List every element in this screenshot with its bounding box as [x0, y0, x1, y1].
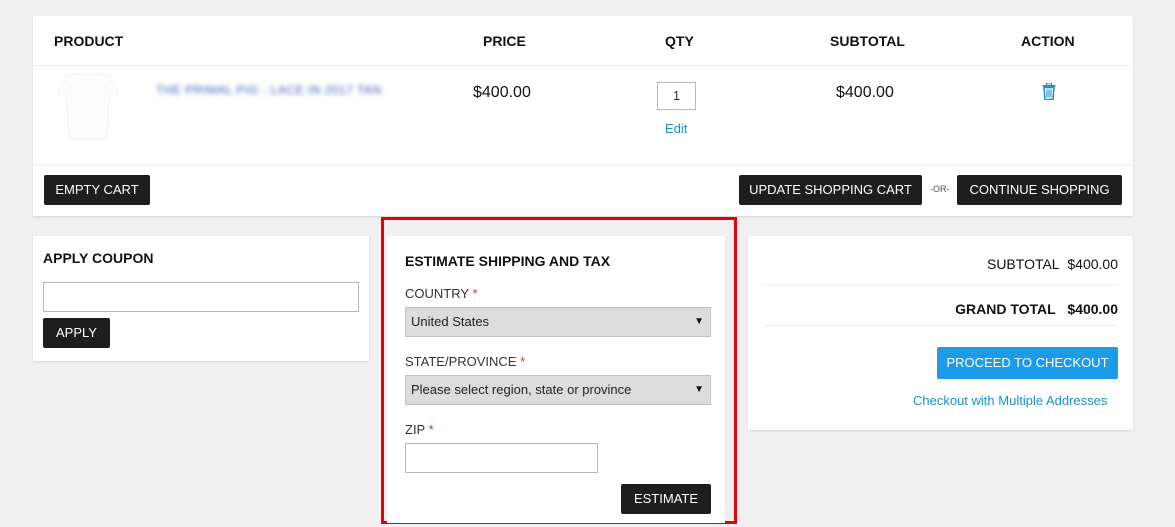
cart-table: PRODUCT PRICE QTY SUBTOTAL ACTION THE PR… [33, 16, 1133, 216]
grand-total-value: $400.00 [1067, 301, 1118, 317]
shipping-title: ESTIMATE SHIPPING AND TAX [405, 253, 611, 269]
state-label: STATE/PROVINCE * [405, 354, 526, 369]
update-cart-button[interactable]: UPDATE SHOPPING CART [739, 175, 922, 205]
divider [33, 164, 1133, 165]
zip-label: ZIP * [405, 422, 434, 437]
edit-link[interactable]: Edit [665, 121, 687, 136]
divider [763, 325, 1118, 326]
continue-shopping-button[interactable]: CONTINUE SHOPPING [957, 175, 1122, 205]
dropdown-arrow-icon: ▼ [694, 316, 704, 327]
header-price: PRICE [483, 33, 526, 49]
or-separator: -OR- [930, 184, 950, 194]
coupon-title: APPLY COUPON [43, 250, 154, 266]
divider [33, 65, 1133, 66]
divider [763, 284, 1118, 285]
header-qty: QTY [665, 33, 694, 49]
trash-icon[interactable] [1042, 83, 1056, 100]
item-subtotal: $400.00 [836, 84, 894, 101]
subtotal-value: $400.00 [1067, 256, 1118, 272]
order-summary-panel: SUBTOTAL $400.00 GRAND TOTAL $400.00 PRO… [748, 236, 1133, 430]
dropdown-arrow-icon: ▼ [694, 384, 704, 395]
estimate-button[interactable]: ESTIMATE [621, 484, 711, 514]
proceed-to-checkout-button[interactable]: PROCEED TO CHECKOUT [937, 347, 1118, 379]
header-action: ACTION [1021, 33, 1075, 49]
country-label: COUNTRY * [405, 286, 478, 301]
state-select[interactable]: Please select region, state or province … [405, 375, 711, 405]
zip-input[interactable] [405, 443, 598, 473]
multiple-addresses-link[interactable]: Checkout with Multiple Addresses [913, 393, 1107, 408]
grand-total-label: GRAND TOTAL [955, 301, 1056, 317]
grand-total-row: GRAND TOTAL $400.00 [955, 301, 1118, 317]
header-subtotal: SUBTOTAL [830, 33, 905, 49]
subtotal-label: SUBTOTAL [986, 256, 1060, 272]
estimate-shipping-panel: ESTIMATE SHIPPING AND TAX COUNTRY * Unit… [387, 236, 725, 523]
coupon-panel: APPLY COUPON APPLY [33, 236, 369, 361]
product-name-link[interactable]: THE PRIMAL PIG - LACE IN 2017 TAN [156, 83, 382, 97]
apply-coupon-button[interactable]: APPLY [43, 318, 110, 348]
coupon-input[interactable] [43, 282, 359, 312]
empty-cart-button[interactable]: EMPTY CART [44, 175, 150, 205]
qty-input[interactable]: 1 [657, 82, 696, 110]
product-thumbnail[interactable] [49, 67, 127, 145]
country-select[interactable]: United States ▼ [405, 307, 711, 337]
item-price: $400.00 [473, 84, 531, 101]
subtotal-row: SUBTOTAL $400.00 [987, 256, 1118, 272]
header-product: PRODUCT [54, 33, 124, 49]
